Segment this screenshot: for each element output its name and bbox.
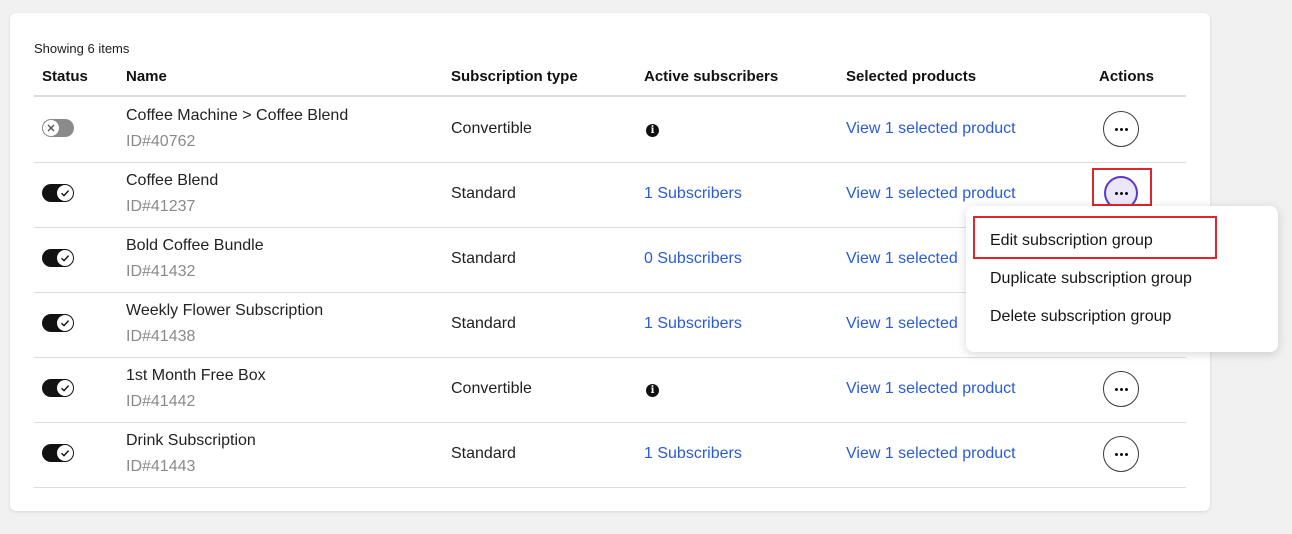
column-header-selected-products: Selected products: [846, 68, 977, 85]
x-icon: [43, 120, 59, 136]
column-header-status: Status: [42, 68, 88, 85]
item-count: Showing 6 items: [34, 41, 130, 56]
check-icon: [57, 315, 73, 331]
more-actions-button[interactable]: [1103, 436, 1139, 472]
column-header-name: Name: [126, 68, 167, 85]
group-name: Bold Coffee Bundle: [126, 237, 264, 254]
subscription-type: Standard: [451, 250, 516, 267]
status-toggle[interactable]: [42, 314, 74, 332]
group-name: 1st Month Free Box: [126, 367, 266, 384]
group-name: Coffee Machine > Coffee Blend: [126, 107, 349, 124]
selected-products-link[interactable]: View 1 selected product: [846, 380, 1016, 398]
group-id: ID#41442: [126, 393, 196, 410]
group-id: ID#40762: [126, 133, 196, 150]
status-toggle[interactable]: [42, 119, 74, 137]
group-id: ID#41438: [126, 328, 196, 345]
status-toggle[interactable]: [42, 249, 74, 267]
status-toggle[interactable]: [42, 184, 74, 202]
selected-products-link[interactable]: View 1 selected product: [846, 185, 1016, 203]
table-row: Drink Subscription ID#41443 Standard 1 S…: [34, 422, 1186, 488]
active-subscribers-link[interactable]: 1 Subscribers: [644, 315, 742, 333]
subscription-type: Convertible: [451, 120, 532, 137]
subscription-type: Convertible: [451, 380, 532, 397]
check-icon: [57, 380, 73, 396]
group-name: Drink Subscription: [126, 432, 256, 449]
check-icon: [57, 250, 73, 266]
selected-products-link[interactable]: View 1 selected product: [846, 120, 1016, 138]
menu-item-delete-subscription-group[interactable]: Delete subscription group: [990, 308, 1171, 326]
group-name: Weekly Flower Subscription: [126, 302, 324, 319]
group-name: Coffee Blend: [126, 172, 219, 189]
more-actions-button[interactable]: [1103, 111, 1139, 147]
column-header-subscription-type: Subscription type: [451, 68, 578, 85]
group-id: ID#41237: [126, 198, 196, 215]
status-toggle[interactable]: [42, 379, 74, 397]
active-subscribers-link[interactable]: 1 Subscribers: [644, 185, 742, 203]
table-row: 1st Month Free Box ID#41442 Convertible …: [34, 357, 1186, 423]
info-icon[interactable]: i: [646, 384, 659, 397]
edit-item-highlight: [973, 216, 1217, 259]
selected-products-link[interactable]: View 1 selected: [846, 315, 958, 333]
column-header-actions: Actions: [1099, 68, 1155, 85]
group-id: ID#41432: [126, 263, 196, 280]
group-id: ID#41443: [126, 458, 196, 475]
check-icon: [57, 185, 73, 201]
subscription-type: Standard: [451, 315, 516, 332]
active-subscribers-link[interactable]: 0 Subscribers: [644, 250, 742, 268]
selected-products-link[interactable]: View 1 selected product: [846, 445, 1016, 463]
column-header-active-subscribers: Active subscribers: [644, 68, 779, 85]
status-toggle[interactable]: [42, 444, 74, 462]
info-icon[interactable]: i: [646, 124, 659, 137]
more-actions-button[interactable]: [1103, 371, 1139, 407]
check-icon: [57, 445, 73, 461]
subscription-type: Standard: [451, 445, 516, 462]
table-row: Coffee Machine > Coffee Blend ID#40762 C…: [34, 97, 1186, 163]
active-subscribers-link[interactable]: 1 Subscribers: [644, 445, 742, 463]
selected-products-link[interactable]: View 1 selected: [846, 250, 958, 268]
actions-button-highlight: [1092, 168, 1152, 206]
menu-item-duplicate-subscription-group[interactable]: Duplicate subscription group: [990, 270, 1192, 288]
subscription-type: Standard: [451, 185, 516, 202]
